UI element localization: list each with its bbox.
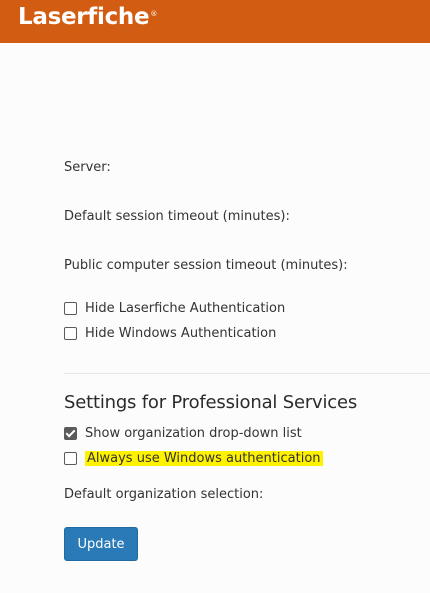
public-session-timeout-label: Public computer session timeout (minutes… <box>64 258 348 273</box>
header-bar: Laserfiche® <box>0 0 430 43</box>
always-windows-auth-label: Always use Windows authentication <box>85 450 323 466</box>
always-windows-auth-option[interactable]: Always use Windows authentication <box>64 449 323 467</box>
settings-panel <box>0 43 430 593</box>
logo-text: Laserfiche <box>18 4 150 30</box>
hide-windows-auth-checkbox[interactable] <box>64 326 77 340</box>
show-org-dropdown-label: Show organization drop-down list <box>85 425 302 441</box>
section-divider <box>64 373 430 374</box>
default-session-timeout-label: Default session timeout (minutes): <box>64 209 290 224</box>
registered-mark: ® <box>150 10 158 18</box>
server-label: Server: <box>64 160 111 175</box>
show-org-dropdown-checkbox[interactable] <box>64 426 77 440</box>
laserfiche-logo: Laserfiche® <box>18 4 157 30</box>
always-windows-auth-checkbox[interactable] <box>64 451 77 465</box>
default-organization-label: Default organization selection: <box>64 487 264 502</box>
show-org-dropdown-option[interactable]: Show organization drop-down list <box>64 424 302 442</box>
update-button[interactable]: Update <box>64 527 138 561</box>
hide-windows-auth-label: Hide Windows Authentication <box>85 325 277 341</box>
professional-services-heading: Settings for Professional Services <box>64 392 358 413</box>
hide-laserfiche-auth-option[interactable]: Hide Laserfiche Authentication <box>64 299 285 317</box>
hide-laserfiche-auth-checkbox[interactable] <box>64 301 77 315</box>
hide-windows-auth-option[interactable]: Hide Windows Authentication <box>64 324 276 342</box>
hide-laserfiche-auth-label: Hide Laserfiche Authentication <box>85 300 286 316</box>
